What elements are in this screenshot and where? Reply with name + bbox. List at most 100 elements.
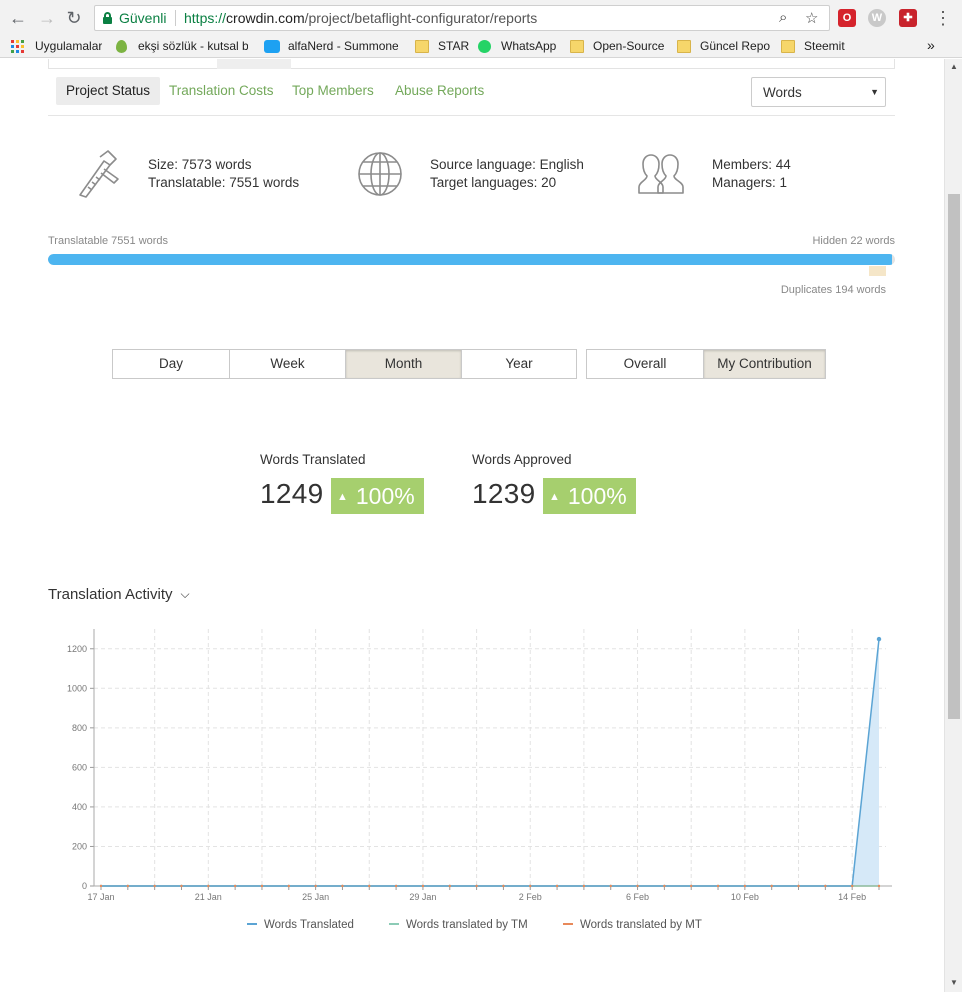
secure-label: Güvenli bbox=[119, 10, 167, 26]
legend-swatch bbox=[247, 923, 257, 925]
data-point bbox=[716, 884, 720, 888]
tab-translation-costs[interactable]: Translation Costs bbox=[159, 77, 284, 105]
data-point bbox=[314, 884, 317, 888]
wordpress-extension-icon[interactable]: W bbox=[868, 9, 886, 27]
words-translated-value: 1249 bbox=[260, 478, 324, 509]
legend-label: Words translated by MT bbox=[580, 919, 702, 931]
translation-activity-chart: 0 200 400 600 800 1000 1200 17 Jan 21 Jan 25 Jan 2… bbox=[48, 617, 908, 917]
x-tick-label: 10 Feb bbox=[731, 892, 759, 902]
bookmark-item[interactable]: Open-Source bbox=[593, 39, 664, 53]
legend-swatch bbox=[563, 923, 573, 925]
data-point bbox=[394, 884, 398, 888]
data-point bbox=[368, 884, 371, 888]
back-icon[interactable]: ← bbox=[8, 8, 28, 28]
data-point bbox=[770, 884, 773, 888]
x-tick-label: 21 Jan bbox=[195, 892, 222, 902]
address-separator bbox=[175, 10, 176, 26]
data-point bbox=[126, 884, 130, 888]
data-point bbox=[636, 884, 639, 888]
managers-text: Managers: 1 bbox=[712, 175, 788, 190]
source-language-text: Source language: English bbox=[430, 157, 584, 172]
data-point bbox=[797, 884, 800, 888]
words-approved-value: 1239 bbox=[472, 478, 536, 509]
duplicates-label: Duplicates 194 words bbox=[780, 284, 886, 296]
translation-activity-title[interactable]: Translation Activity ⌵ bbox=[48, 586, 190, 603]
units-select-value: Words bbox=[763, 85, 802, 100]
data-point bbox=[743, 884, 747, 888]
scope-my-contribution-button[interactable]: My Contribution bbox=[703, 350, 825, 378]
period-selector: Day Week Month Year bbox=[112, 349, 577, 379]
words-translated-change: 100% bbox=[355, 483, 415, 509]
legend-item-tm[interactable]: Words translated by TM bbox=[389, 919, 528, 931]
page-scrollbar[interactable]: ▲ ▼ bbox=[944, 59, 962, 992]
hidden-label: Hidden 22 words bbox=[812, 235, 895, 247]
tab-abuse-reports[interactable]: Abuse Reports bbox=[385, 77, 494, 105]
address-bar[interactable]: Güvenli https://crowdin.com/project/beta… bbox=[94, 5, 830, 31]
scrollbar-thumb[interactable] bbox=[948, 194, 960, 719]
legend-swatch bbox=[389, 923, 399, 925]
translatable-label: Translatable 7551 words bbox=[48, 235, 169, 247]
scope-overall-button[interactable]: Overall bbox=[587, 350, 703, 378]
period-month-button[interactable]: Month bbox=[345, 350, 461, 378]
y-tick-label: 200 bbox=[72, 841, 87, 851]
data-point bbox=[663, 884, 666, 888]
words-approved-change: 100% bbox=[567, 483, 627, 509]
size-text: Size: 7573 words bbox=[148, 157, 252, 172]
leaf-icon bbox=[116, 40, 127, 53]
url-text[interactable]: https://crowdin.com/project/betaflight-c… bbox=[184, 10, 537, 26]
data-point bbox=[448, 884, 451, 888]
words-translated-label: Words Translated bbox=[260, 452, 366, 467]
bookmark-item[interactable]: Steemit bbox=[804, 39, 845, 53]
menu-icon[interactable]: ⋮ bbox=[934, 8, 952, 29]
x-tick-label: 14 Feb bbox=[838, 892, 866, 902]
language-stat: Source language: English Target language… bbox=[430, 156, 584, 192]
bookmark-item[interactable]: Güncel Repo bbox=[700, 39, 770, 53]
chevron-down-icon: ⌵ bbox=[180, 587, 190, 601]
scroll-down-icon[interactable]: ▼ bbox=[950, 978, 958, 987]
forward-icon[interactable]: → bbox=[37, 8, 57, 28]
tab-top-members[interactable]: Top Members bbox=[282, 77, 384, 105]
x-tick-label: 29 Jan bbox=[409, 892, 436, 902]
units-select[interactable]: Words ▼ bbox=[751, 77, 886, 107]
star-icon[interactable]: ☆ bbox=[805, 9, 818, 27]
chevron-down-icon: ▼ bbox=[870, 87, 879, 97]
bookmark-apps[interactable]: Uygulamalar bbox=[35, 39, 102, 53]
apps-grid-icon bbox=[11, 40, 25, 53]
period-week-button[interactable]: Week bbox=[229, 350, 345, 378]
y-tick-label: 1000 bbox=[67, 683, 87, 693]
bookmark-item[interactable]: alfaNerd - Summone bbox=[288, 39, 398, 53]
legend-item-mt[interactable]: Words translated by MT bbox=[563, 919, 702, 931]
bookmark-item[interactable]: ekşi sözlük - kutsal b bbox=[138, 39, 248, 53]
data-point bbox=[582, 884, 586, 888]
y-tick-label: 400 bbox=[72, 802, 87, 812]
members-stat: Members: 44 Managers: 1 bbox=[712, 156, 791, 192]
data-point bbox=[609, 884, 612, 888]
puzzle-extension-icon[interactable]: ✚ bbox=[899, 9, 917, 27]
data-point bbox=[260, 884, 264, 888]
zoom-icon[interactable]: ⌕ bbox=[779, 9, 787, 26]
bookmark-item[interactable]: WhatsApp bbox=[501, 39, 556, 53]
bookmarks-overflow-icon[interactable]: » bbox=[927, 37, 935, 53]
bookmark-item[interactable]: STAR bbox=[438, 39, 469, 53]
y-tick-label: 600 bbox=[72, 762, 87, 772]
data-point bbox=[877, 884, 881, 888]
scroll-up-icon[interactable]: ▲ bbox=[950, 62, 958, 71]
data-point bbox=[207, 884, 210, 888]
data-point bbox=[233, 884, 237, 888]
data-point bbox=[690, 884, 693, 888]
opera-extension-icon[interactable]: O bbox=[838, 9, 856, 27]
reload-icon[interactable]: ↻ bbox=[64, 8, 84, 28]
legend-item-translated[interactable]: Words Translated bbox=[247, 919, 354, 931]
site-logo-icon bbox=[264, 40, 280, 53]
tab-project-status[interactable]: Project Status bbox=[56, 77, 161, 105]
period-day-button[interactable]: Day bbox=[113, 350, 229, 378]
translatable-text: Translatable: 7551 words bbox=[148, 175, 300, 190]
members-text: Members: 44 bbox=[712, 157, 791, 172]
data-point bbox=[876, 636, 882, 642]
x-tick-label: 2 Feb bbox=[519, 892, 542, 902]
top-panel-fragment bbox=[48, 59, 895, 69]
series-area-translated bbox=[101, 639, 879, 886]
data-point bbox=[341, 884, 344, 888]
period-year-button[interactable]: Year bbox=[461, 350, 576, 378]
whatsapp-icon bbox=[478, 40, 491, 53]
